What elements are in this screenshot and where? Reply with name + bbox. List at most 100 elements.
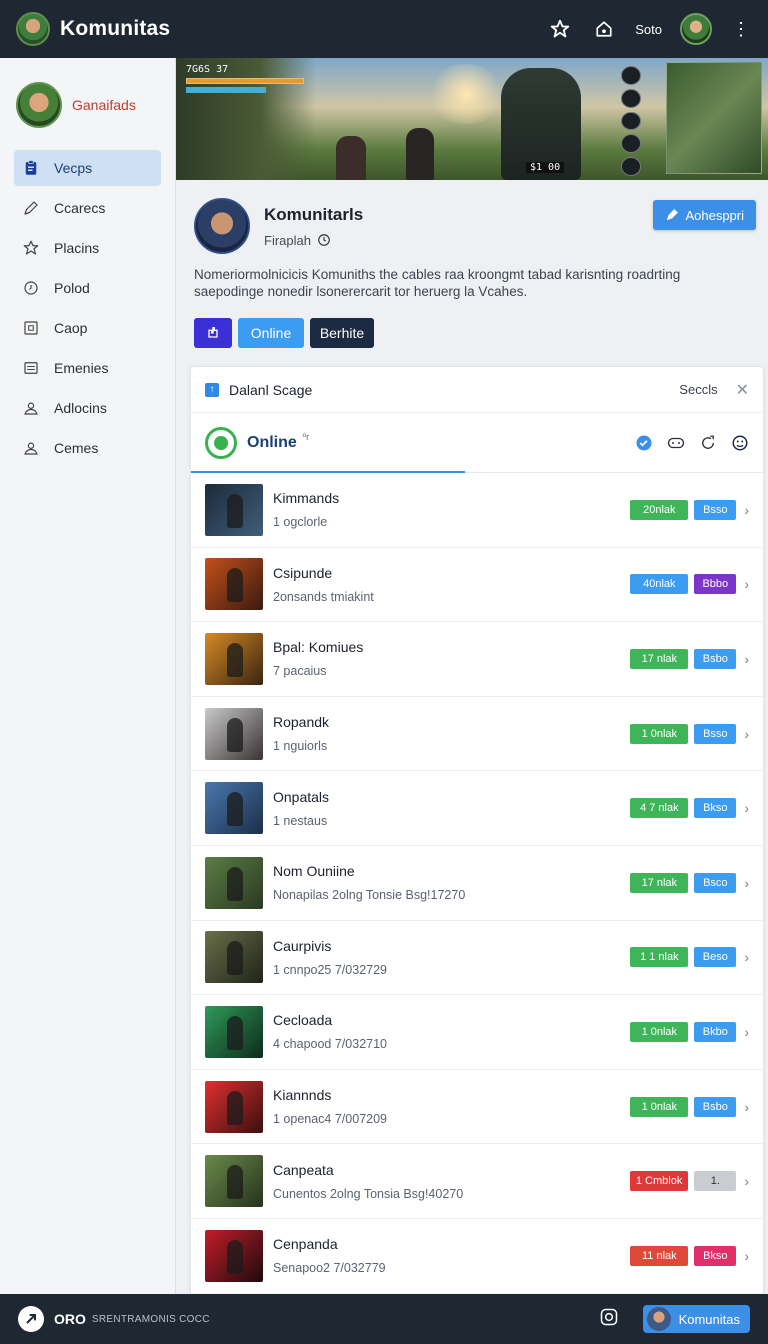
list-item[interactable]: Kimmands 1 ogclorle 20nlak Bsso ›: [191, 473, 763, 548]
list-item[interactable]: Ropandk 1 nguiorls 1 0nlak Bsso ›: [191, 697, 763, 772]
chevron-right-icon[interactable]: ›: [744, 651, 749, 667]
top-actions: Soto ⋮: [547, 13, 752, 45]
edit-community-button[interactable]: Aohesppri: [653, 200, 756, 230]
sidebar-item-vecps[interactable]: Vecps: [14, 150, 161, 186]
berhite-button[interactable]: Berhite: [310, 318, 374, 348]
join-button[interactable]: 1.: [694, 1171, 737, 1192]
skill-icons: [621, 66, 659, 176]
community-avatar: [194, 198, 250, 254]
join-button[interactable]: Bkso: [694, 798, 737, 819]
server-subtitle: 4 chapood 7/032710: [273, 1037, 387, 1052]
panel-settings-link[interactable]: Seccls: [679, 382, 717, 397]
list-item[interactable]: Bpal: Komiues 7 pacaius 17 nlak Bsbo ›: [191, 622, 763, 697]
server-title: Kimmands: [273, 490, 340, 507]
refresh-icon[interactable]: [699, 434, 717, 452]
list-item[interactable]: Cenpanda Senapoo2 7/032779 11 nlak Bkso …: [191, 1219, 763, 1294]
list-item[interactable]: Canpeata Cunentos 2olng Tonsia Bsg!40270…: [191, 1144, 763, 1219]
server-title: Caurpivis: [273, 937, 332, 954]
online-button[interactable]: Online: [238, 318, 304, 348]
chevron-right-icon[interactable]: ›: [744, 800, 749, 816]
server-thumbnail: [205, 558, 263, 611]
join-button[interactable]: Bkso: [694, 1245, 737, 1266]
star-icon[interactable]: [547, 16, 573, 42]
list-item[interactable]: Caurpivis 1 cnnpo25 7/032729 1 1 nlak Be…: [191, 921, 763, 996]
server-title: Canpeata: [273, 1161, 334, 1178]
chevron-right-icon[interactable]: ›: [744, 1099, 749, 1115]
sidebar-item-label: Ccarecs: [54, 200, 106, 216]
pencil-icon: [667, 209, 679, 221]
sidebar-item-label: Adlocins: [54, 400, 107, 416]
chevron-right-icon[interactable]: ›: [744, 1173, 749, 1189]
close-icon[interactable]: ✕: [736, 380, 749, 400]
sidebar-item-label: Placins: [54, 240, 100, 256]
community-header: Komunitarls Firaplah Aohesppri Nomeriorm…: [176, 180, 768, 366]
tab-bar: Online ºr: [191, 413, 763, 473]
tab-online[interactable]: Online: [247, 434, 297, 452]
player-count-badge: 1 0nlak: [630, 1096, 689, 1117]
list-item[interactable]: Cecloada 4 chapood 7/032710 1 0nlak Bkbo…: [191, 995, 763, 1070]
server-panel: ↑ Dalanl Scage Seccls ✕ Online ºr Kimman…: [190, 366, 764, 1294]
server-title: Ropandk: [273, 714, 330, 731]
app-logo[interactable]: [16, 12, 50, 46]
sidebar-item-label: Polod: [54, 280, 90, 296]
sidebar-item-placins[interactable]: Placins: [14, 230, 161, 266]
pen-icon: [24, 201, 38, 215]
list-item[interactable]: Nom Ouniine Nonapilas 2olng Tonsie Bsg!1…: [191, 846, 763, 921]
sidebar-item-label: Caop: [54, 320, 88, 336]
online-status-icon: [205, 426, 237, 459]
join-button[interactable]: Bsbo: [694, 648, 737, 669]
server-title: Onpatals: [273, 788, 330, 805]
emoji-icon[interactable]: [731, 434, 749, 452]
tab-superscript: ºr: [302, 431, 310, 442]
chevron-right-icon[interactable]: ›: [744, 726, 749, 742]
server-title: Bpal: Komiues: [273, 639, 364, 656]
join-button[interactable]: Bsso: [694, 499, 737, 520]
chevron-right-icon[interactable]: ›: [744, 576, 749, 592]
brand-logo-icon[interactable]: [18, 1306, 44, 1332]
player-count-badge: 1 Cmblok: [629, 1171, 689, 1192]
user-avatar[interactable]: [680, 13, 712, 45]
camera-icon[interactable]: [599, 1307, 619, 1332]
sidebar-item-polod[interactable]: Polod: [14, 270, 161, 306]
join-button[interactable]: Bsbo: [694, 1096, 737, 1117]
sidebar-item-ccarecs[interactable]: Ccarecs: [14, 190, 161, 226]
sidebar-item-caop[interactable]: Caop: [14, 310, 161, 346]
join-button[interactable]: Bbbo: [694, 574, 737, 595]
chevron-right-icon[interactable]: ›: [744, 949, 749, 965]
join-button[interactable]: Bkbo: [694, 1021, 737, 1042]
chevron-right-icon[interactable]: ›: [744, 502, 749, 518]
user-name[interactable]: Soto: [635, 22, 662, 37]
chevron-right-icon[interactable]: ›: [744, 1024, 749, 1040]
sidebar-item-cemes[interactable]: Cemes: [14, 430, 161, 466]
server-list: Kimmands 1 ogclorle 20nlak Bsso › Csipun…: [191, 473, 763, 1294]
join-button[interactable]: Beso: [694, 947, 737, 968]
profile-avatar: [16, 82, 62, 128]
sidebar-profile[interactable]: Ganaifads: [0, 58, 175, 150]
sidebar-item-emenies[interactable]: Emenies: [14, 350, 161, 386]
sidebar-item-adlocins[interactable]: Adlocins: [14, 390, 161, 426]
server-subtitle: 1 nguiorls: [273, 739, 328, 754]
user-icon: [24, 402, 38, 415]
list-item[interactable]: Kiannnds 1 openac4 7/007209 1 0nlak Bsbo…: [191, 1070, 763, 1145]
join-button[interactable]: Bsso: [694, 723, 737, 744]
server-title: Kiannnds: [273, 1087, 332, 1104]
server-subtitle: 1 nestaus: [273, 813, 328, 828]
check-icon[interactable]: [635, 434, 653, 452]
join-button[interactable]: Bsco: [694, 872, 737, 893]
list-item[interactable]: Csipunde 2onsands tmiakint 40nlak Bbbo ›: [191, 548, 763, 623]
community-chip-button[interactable]: Komunitas: [642, 1305, 750, 1333]
more-icon[interactable]: ⋮: [730, 20, 752, 38]
home-icon[interactable]: [591, 16, 617, 42]
chevron-right-icon[interactable]: ›: [744, 875, 749, 891]
server-subtitle: 1 openac4 7/007209: [273, 1112, 387, 1127]
panel-title: Dalanl Scage: [229, 381, 313, 398]
controller-icon[interactable]: [667, 434, 685, 452]
share-icon: [208, 327, 218, 338]
server-title: Cenpanda: [273, 1236, 338, 1253]
list-item[interactable]: Onpatals 1 nestaus 4 7 nlak Bkso ›: [191, 771, 763, 846]
server-subtitle: Senapoo2 7/032779: [273, 1261, 386, 1276]
ammo-counter: $1 00: [526, 162, 565, 173]
chevron-right-icon[interactable]: ›: [744, 1248, 749, 1264]
share-button[interactable]: [194, 318, 232, 348]
sidebar: Ganaifads Vecps Ccarecs Placins Polod Ca…: [0, 58, 176, 1294]
